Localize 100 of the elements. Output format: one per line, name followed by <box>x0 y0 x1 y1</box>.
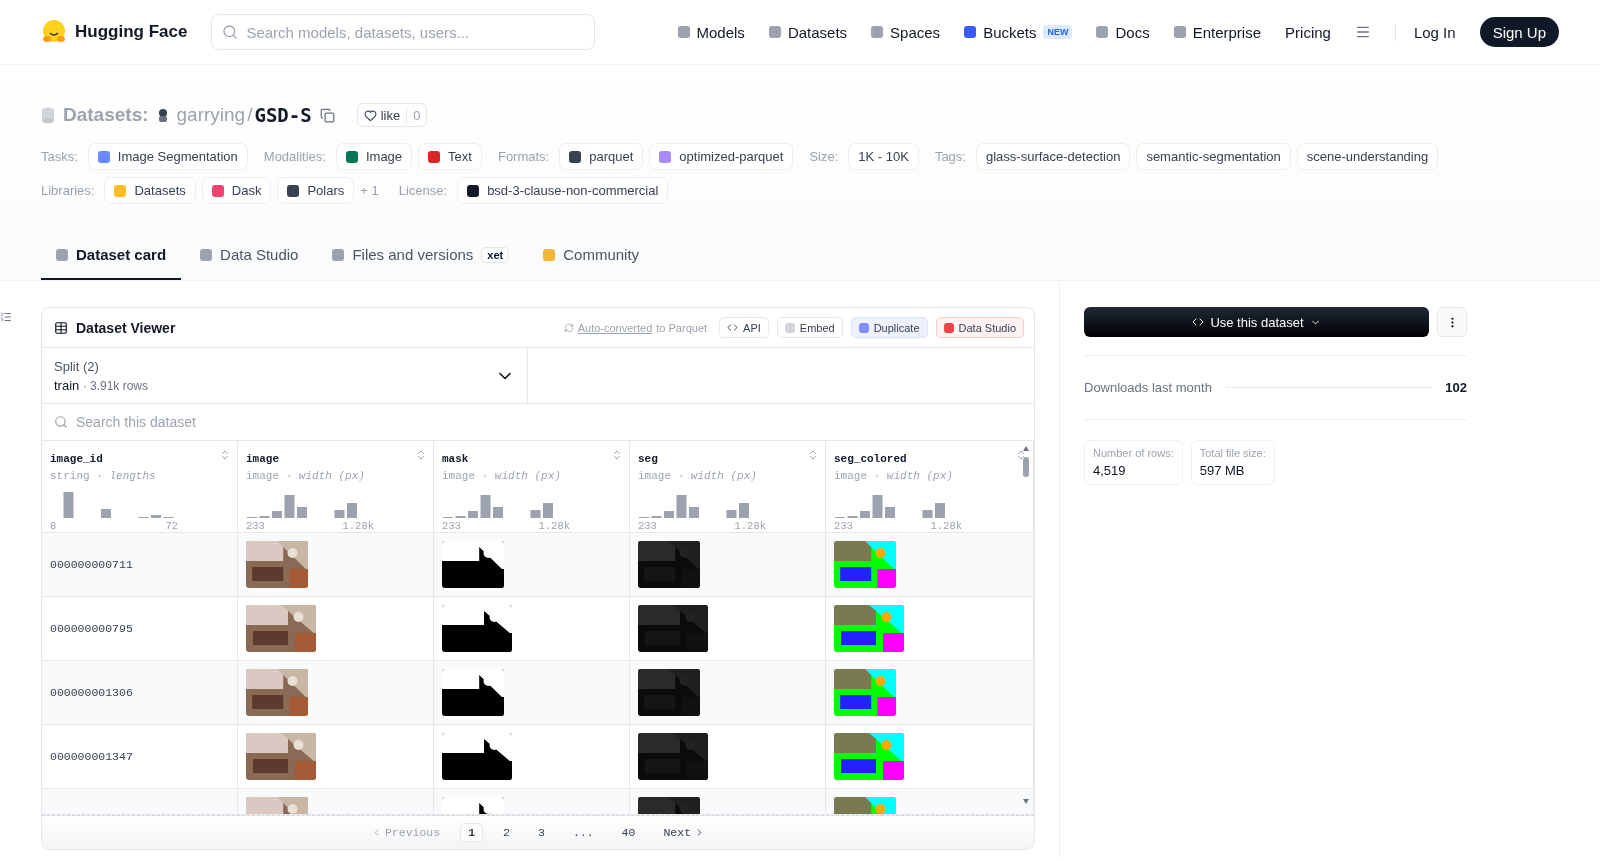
page-link[interactable]: 2 <box>495 823 518 842</box>
page-link[interactable]: 40 <box>613 823 644 842</box>
action-button[interactable]: Duplicate <box>850 317 928 338</box>
table-cell: 000000001306 <box>50 686 133 699</box>
axis-min: 233 <box>638 520 657 532</box>
column-type: image · width (px) <box>834 470 954 482</box>
tag[interactable]: 1K - 10K <box>848 143 919 170</box>
axis-max: 1.28k <box>734 520 766 532</box>
column-name: image_id <box>50 453 103 465</box>
more-button[interactable] <box>1437 307 1467 337</box>
column-name: mask <box>442 453 469 465</box>
tag-group-label: Size: <box>809 149 839 164</box>
downloads-count: 102 <box>1445 380 1467 395</box>
new-badge: NEW <box>1043 25 1073 39</box>
repo-name[interactable]: GSD-S <box>254 104 312 126</box>
avatar-icon <box>156 108 169 122</box>
tag[interactable]: bsd-3-clause-non-commercial <box>457 177 669 204</box>
sort-icon[interactable] <box>807 449 819 461</box>
signup-button[interactable]: Sign Up <box>1479 17 1559 47</box>
search-icon <box>54 415 68 429</box>
tab[interactable]: Data Studio <box>185 246 314 280</box>
tag[interactable]: glass-surface-detection <box>975 143 1131 170</box>
search-icon <box>222 24 239 40</box>
axis-max: 1.28k <box>930 520 962 532</box>
nav-link[interactable]: Buckets NEW <box>964 23 1073 41</box>
copy-icon[interactable] <box>319 107 335 123</box>
sort-icon[interactable] <box>611 449 623 461</box>
nav-link[interactable]: Models <box>677 23 745 41</box>
page-link[interactable]: ... <box>564 823 602 842</box>
nav-link[interactable]: Spaces <box>871 23 941 41</box>
table-cell: 000000001347 <box>50 750 133 763</box>
axis-min: 233 <box>246 520 265 532</box>
database-icon <box>41 107 55 123</box>
sort-icon[interactable] <box>415 449 427 461</box>
column-type: image · width (px) <box>638 470 758 482</box>
tag-group-label: Formats: <box>497 149 550 164</box>
axis-min: 233 <box>834 520 853 532</box>
tab[interactable]: Dataset card <box>41 246 182 280</box>
code-icon <box>1192 316 1205 328</box>
split-select[interactable]: Split (2) train · 3.91k rows <box>42 348 528 403</box>
tag[interactable]: Datasets <box>104 177 196 204</box>
brand-name: Hugging Face <box>75 22 188 42</box>
login-link[interactable]: Log In <box>1394 23 1456 41</box>
column-name: seg <box>638 453 658 465</box>
column-type: image · width (px) <box>442 470 562 482</box>
sort-icon[interactable] <box>219 449 231 461</box>
refresh-icon <box>563 322 574 333</box>
tag[interactable]: Text <box>418 143 482 170</box>
tag[interactable]: Image Segmentation <box>87 143 248 170</box>
repo-type: Datasets: <box>63 104 149 126</box>
column-name: image <box>246 453 279 465</box>
tab[interactable]: Files and versions xet <box>317 246 525 280</box>
tag[interactable]: Dask <box>201 177 272 204</box>
page-link[interactable]: 1 <box>460 823 484 842</box>
tag[interactable]: scene-understanding <box>1296 143 1439 170</box>
column-type: string · lengths <box>50 470 157 482</box>
nav-link[interactable]: Pricing <box>1285 23 1331 41</box>
tag[interactable]: Image <box>335 143 413 170</box>
axis-max: 1.28k <box>342 520 374 532</box>
menu-icon[interactable] <box>0 311 12 323</box>
tag-group-label: Tags: <box>934 149 966 164</box>
use-dataset-button[interactable]: Use this dataset <box>1084 307 1429 337</box>
axis-min: 8 <box>50 520 57 532</box>
tag[interactable]: optimized-parquet <box>649 143 794 170</box>
menu-icon[interactable] <box>1354 24 1371 40</box>
stat-card: Number of rows: 4,519 <box>1084 440 1183 485</box>
tag[interactable]: Polars <box>277 177 355 204</box>
page-link[interactable]: 3 <box>530 823 553 842</box>
like-button[interactable]: like <box>357 107 407 123</box>
axis-max: 1.28k <box>538 520 570 532</box>
smiley-icon <box>41 19 67 45</box>
nav-link[interactable]: Enterprise <box>1173 23 1262 41</box>
table-cell: 000000000711 <box>50 558 133 571</box>
next-link[interactable]: Next <box>655 823 714 842</box>
code-icon <box>727 322 739 333</box>
downloads-label: Downloads last month <box>1084 380 1212 395</box>
tag-group-label: Tasks: <box>41 149 78 164</box>
tab[interactable]: Community <box>528 246 655 280</box>
action-button[interactable]: Data Studio <box>935 317 1024 338</box>
path-separator: / <box>247 104 253 126</box>
tag-group-label: Modalities: <box>263 149 326 164</box>
scrollbar-drawing[interactable] <box>1022 445 1030 805</box>
like-count: 0 <box>406 107 427 123</box>
action-button[interactable]: API <box>719 317 769 338</box>
table-cell: 000000000795 <box>50 622 133 635</box>
nav-link[interactable]: Datasets <box>768 23 848 41</box>
xet-badge: xet <box>481 246 510 263</box>
tag[interactable]: semantic-segmentation <box>1136 143 1291 170</box>
nav-link[interactable]: Docs <box>1096 23 1150 41</box>
stat-card: Total file size: 597 MB <box>1190 440 1275 485</box>
conversion-note: to Parquet <box>656 321 708 334</box>
axis-max: 72 <box>165 520 178 532</box>
tag-group-label: Libraries: <box>41 183 95 198</box>
action-button[interactable]: Embed <box>776 317 843 338</box>
brand-logo[interactable]: Hugging Face <box>41 19 188 45</box>
column-name: seg_colored <box>834 453 907 465</box>
heart-icon <box>363 108 377 122</box>
tag[interactable]: parquet <box>559 143 644 170</box>
tag-group-label: License: <box>398 183 448 198</box>
axis-min: 233 <box>442 520 461 532</box>
